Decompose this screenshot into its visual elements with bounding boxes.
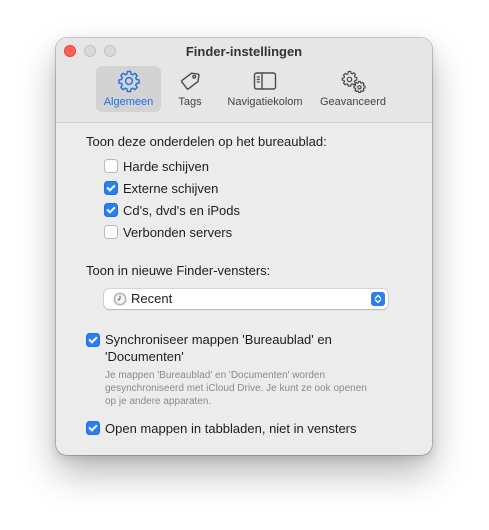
checkbox[interactable]	[104, 159, 118, 173]
checkbox-label: Open mappen in tabbladen, niet in venste…	[105, 420, 357, 436]
desktop-items-label: Toon deze onderdelen op het bureaublad:	[86, 134, 327, 149]
tab-general[interactable]: Algemeen	[96, 66, 161, 112]
tag-icon	[180, 72, 200, 90]
popup-value: Recent	[131, 291, 173, 306]
gear-icon	[117, 70, 140, 93]
tab-label: Geavanceerd	[319, 96, 387, 108]
new-window-label: Toon in nieuwe Finder-vensters:	[86, 263, 271, 278]
tab-label: Navigatiekolom	[227, 96, 303, 108]
sync-description: Je mappen 'Bureaublad' en 'Documenten' w…	[105, 370, 367, 407]
checkbox-label: Synchroniseer mappen 'Bureaublad' en 'Do…	[105, 332, 332, 364]
checkbox-label: Verbonden servers	[123, 224, 233, 240]
tab-advanced[interactable]: Geavanceerd	[315, 66, 391, 112]
gears-icon	[341, 70, 366, 93]
checkbox[interactable]	[86, 421, 100, 435]
checkbox-cds-dvds-ipods[interactable]: Cd's, dvd's en iPods	[104, 201, 240, 219]
checkbox[interactable]	[104, 203, 118, 217]
chevron-up-down-icon	[371, 292, 385, 306]
checkbox-hard-disks[interactable]: Harde schijven	[104, 157, 209, 175]
window-toolbar: Finder-instellingen Algemeen Tags Naviga…	[56, 38, 432, 123]
clock-icon	[113, 292, 127, 306]
tab-label: Tags	[178, 96, 202, 108]
tab-label: Algemeen	[103, 96, 154, 108]
tab-sidebar[interactable]: Navigatiekolom	[221, 66, 309, 112]
checkbox-connected-servers[interactable]: Verbonden servers	[104, 223, 232, 241]
checkbox-label: Cd's, dvd's en iPods	[123, 202, 240, 218]
checkbox[interactable]	[86, 333, 100, 347]
checkbox[interactable]	[104, 225, 118, 239]
checkbox-external-disks[interactable]: Externe schijven	[104, 179, 218, 197]
checkbox-label: Externe schijven	[123, 180, 219, 196]
finder-settings-window: Finder-instellingen Algemeen Tags Naviga…	[56, 38, 432, 455]
new-window-popup[interactable]: Recent	[104, 289, 388, 309]
window-title: Finder-instellingen	[185, 44, 303, 59]
checkbox[interactable]	[104, 181, 118, 195]
checkbox-label: Harde schijven	[123, 158, 209, 174]
sidebar-icon	[253, 72, 277, 90]
tab-tags[interactable]: Tags	[168, 66, 212, 112]
checkbox-open-in-tabs[interactable]: Open mappen in tabbladen, niet in venste…	[86, 419, 357, 437]
